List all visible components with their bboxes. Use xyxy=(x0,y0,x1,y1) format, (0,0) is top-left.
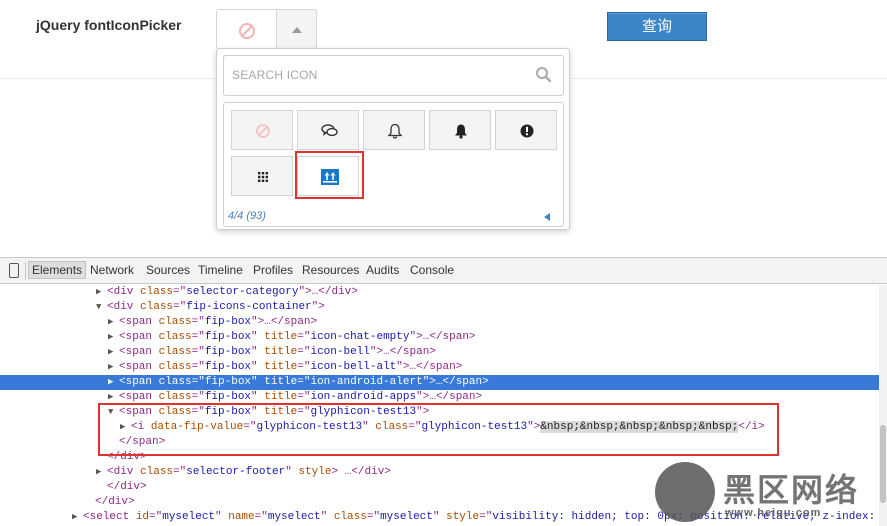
demo-area: jQuery fontIconPicker 查询 SEARCH ICON 4/4… xyxy=(0,0,887,255)
ban-icon xyxy=(256,124,270,138)
caret-up-icon xyxy=(292,27,302,33)
expand-triangle-icon[interactable]: ▶ xyxy=(108,345,113,360)
watermark: 黑区网络 www.heiqu.com xyxy=(655,462,887,526)
fip-box-bell[interactable] xyxy=(363,110,425,150)
expand-triangle-icon[interactable]: ▶ xyxy=(96,465,101,480)
icon-picker-trigger[interactable] xyxy=(216,9,317,49)
expand-triangle-icon[interactable]: ▶ xyxy=(108,330,113,345)
prev-page-icon[interactable] xyxy=(544,213,550,221)
dom-node-line[interactable]: ▶ <span class="fip-box">…</span> xyxy=(0,315,880,330)
expand-triangle-icon[interactable]: ▶ xyxy=(96,285,101,300)
dom-node-line[interactable]: ▼ <div class="fip-icons-container"> xyxy=(0,300,880,315)
dom-node-text: </div> xyxy=(107,481,147,493)
tab-sources[interactable]: Sources xyxy=(146,263,190,277)
dom-node-line[interactable]: ▶ <span class="fip-box" title="icon-bell"… xyxy=(0,345,880,360)
tab-console[interactable]: Console xyxy=(410,263,454,277)
bell-icon xyxy=(455,124,467,139)
collapse-triangle-icon[interactable]: ▼ xyxy=(96,300,101,315)
expand-triangle-icon[interactable]: ▶ xyxy=(108,360,113,375)
tab-audits[interactable]: Audits xyxy=(366,263,399,277)
dom-node-text: <div class="selector-footer" style> …</d… xyxy=(107,466,391,478)
bell-outline-icon xyxy=(387,123,403,139)
fip-box-bell-alt[interactable] xyxy=(429,110,491,150)
dom-node-text: <span class="fip-box" title="icon-bell-a… xyxy=(119,361,463,373)
tab-resources[interactable]: Resources xyxy=(302,263,359,277)
tab-elements[interactable]: Elements xyxy=(28,261,87,279)
watermark-url: www.heiqu.com xyxy=(725,507,822,519)
dom-node-line[interactable]: ▶ <span class="fip-box" title="icon-chat-… xyxy=(0,330,880,345)
dom-node-text: <span class="fip-box" title="icon-chat-e… xyxy=(119,331,476,343)
tab-profiles[interactable]: Profiles xyxy=(253,263,293,277)
selected-icon-display[interactable] xyxy=(216,9,276,49)
dom-node-text: <div class="fip-icons-container"> xyxy=(107,301,325,313)
fip-box-android-apps[interactable] xyxy=(231,156,293,196)
fip-box-chat-empty[interactable] xyxy=(297,110,359,150)
expand-triangle-icon[interactable]: ▶ xyxy=(108,315,113,330)
expand-triangle-icon[interactable]: ▶ xyxy=(108,375,113,390)
tab-network[interactable]: Network xyxy=(90,263,134,277)
search-input[interactable]: SEARCH ICON xyxy=(223,55,564,96)
dom-node-text: <div class="selector-category">…</div> xyxy=(107,286,358,298)
page-indicator: 4/4 (93) xyxy=(228,210,266,222)
dom-highlight-frame xyxy=(98,403,779,456)
ban-icon xyxy=(239,23,255,39)
fip-box-android-alert[interactable] xyxy=(495,110,557,150)
devtools-toolbar: Elements Network Sources Timeline Profil… xyxy=(0,257,887,284)
dom-node-line[interactable]: ▶ <div class="selector-category">…</div> xyxy=(0,285,880,300)
query-button[interactable]: 查询 xyxy=(607,12,707,41)
dom-node-text: <span class="fip-box" title="icon-bell">… xyxy=(119,346,436,358)
dom-node-line[interactable]: ▶ <span class="fip-box" title="icon-bell-… xyxy=(0,360,880,375)
watermark-text: 黑区网络 xyxy=(723,471,860,509)
apps-grid-icon xyxy=(258,172,268,182)
picker-toggle-button[interactable] xyxy=(276,9,317,49)
dom-node-text: <span class="fip-box">…</span> xyxy=(119,316,318,328)
expand-triangle-icon[interactable]: ▶ xyxy=(72,510,77,525)
watermark-logo xyxy=(655,462,715,522)
chat-icon xyxy=(321,124,338,137)
dom-node-text: <span class="fip-box" title="ion-android… xyxy=(119,376,489,388)
icons-container: 4/4 (93) xyxy=(223,102,564,227)
search-placeholder: SEARCH ICON xyxy=(232,68,318,82)
dom-node-line[interactable]: ▶ <span class="fip-box" title="ion-androi… xyxy=(0,375,880,390)
alert-icon xyxy=(520,124,534,138)
dom-node-text: </div> xyxy=(95,496,135,508)
selected-icon-highlight xyxy=(295,151,364,199)
toolbar-separator xyxy=(25,262,26,280)
fip-box-ban[interactable] xyxy=(231,110,293,150)
demo-label: jQuery fontIconPicker xyxy=(36,17,182,33)
tab-timeline[interactable]: Timeline xyxy=(198,263,243,277)
search-icon[interactable] xyxy=(535,66,552,83)
icon-picker-popup: SEARCH ICON 4/4 (93) xyxy=(216,48,570,230)
device-mode-icon[interactable] xyxy=(9,263,19,278)
